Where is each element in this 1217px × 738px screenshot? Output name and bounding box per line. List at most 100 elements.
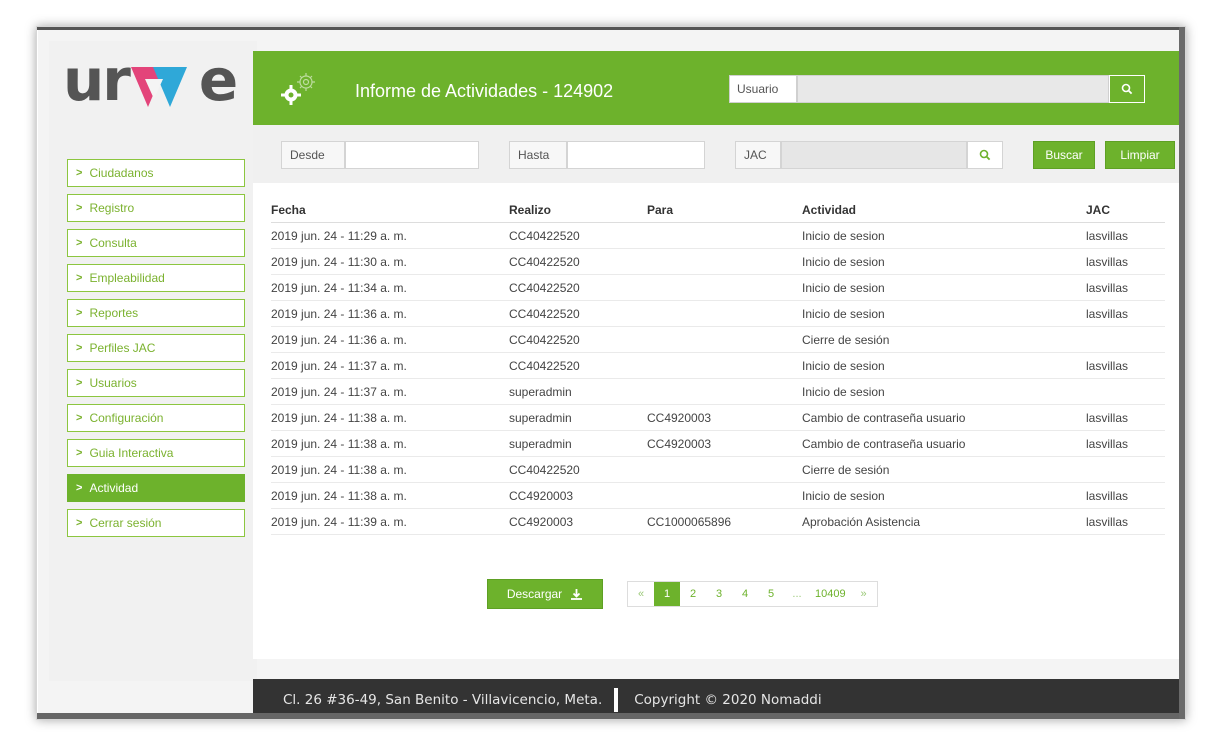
cell-para <box>647 300 802 327</box>
sidebar-item-reportes[interactable]: > Reportes <box>67 299 245 327</box>
cell-jac: lasvillas <box>1086 300 1165 327</box>
pagination-page-4[interactable]: 4 <box>732 582 758 606</box>
chevron-right-icon: > <box>76 237 83 249</box>
cell-realizo: CC40422520 <box>509 456 647 483</box>
jac-search-button[interactable] <box>967 141 1003 169</box>
pagination-ellipsis: ... <box>784 582 810 606</box>
cell-actividad: Cierre de sesión <box>802 326 1086 353</box>
window-bottom-edge <box>37 713 1185 719</box>
cell-realizo: superadmin <box>509 378 647 405</box>
pagination-page-3[interactable]: 3 <box>706 582 732 606</box>
cell-actividad: Inicio de sesion <box>802 378 1086 405</box>
cell-para: CC4920003 <box>647 430 802 457</box>
cell-realizo: CC40422520 <box>509 274 647 301</box>
cell-para <box>647 456 802 483</box>
cell-fecha: 2019 jun. 24 - 11:34 a. m. <box>271 274 509 301</box>
download-button[interactable]: Descargar <box>487 579 603 609</box>
logo-mark-icon <box>130 65 197 109</box>
pagination-page-last[interactable]: 10409 <box>810 582 851 606</box>
column-header-jac: JAC <box>1086 197 1165 223</box>
pagination-page-5[interactable]: 5 <box>758 582 784 606</box>
logo-text-right: e <box>198 46 238 114</box>
footer-address: Cl. 26 #36-49, San Benito - Villavicenci… <box>283 692 603 708</box>
cell-realizo: CC40422520 <box>509 222 647 249</box>
chevron-right-icon: > <box>76 202 83 214</box>
sidebar-item-consulta[interactable]: > Consulta <box>67 229 245 257</box>
cell-actividad: Inicio de sesion <box>802 352 1086 379</box>
jac-label: JAC <box>735 141 781 169</box>
cell-fecha: 2019 jun. 24 - 11:36 a. m. <box>271 326 509 353</box>
column-header-para: Para <box>647 197 802 223</box>
chevron-right-icon: > <box>76 517 83 529</box>
cell-para: CC1000065896 <box>647 508 802 535</box>
gears-icon <box>281 73 315 105</box>
cell-actividad: Cierre de sesión <box>802 456 1086 483</box>
table-row: 2019 jun. 24 - 11:36 a. m. CC40422520 Cier… <box>271 326 1165 353</box>
pagination-page-2[interactable]: 2 <box>680 582 706 606</box>
user-search-button[interactable] <box>1109 75 1145 103</box>
table-row: 2019 jun. 24 - 11:38 a. m. superadmin CC49… <box>271 404 1165 431</box>
sidebar-item-label: Configuración <box>89 411 164 425</box>
chevron-right-icon: > <box>76 307 83 319</box>
sidebar-item-guia-interactiva[interactable]: > Guia Interactiva <box>67 439 245 467</box>
cell-fecha: 2019 jun. 24 - 11:38 a. m. <box>271 456 509 483</box>
table-row: 2019 jun. 24 - 11:37 a. m. CC40422520 Inic… <box>271 352 1165 379</box>
cell-actividad: Aprobación Asistencia <box>802 508 1086 535</box>
cell-actividad: Inicio de sesion <box>802 300 1086 327</box>
cell-jac: lasvillas <box>1086 248 1165 275</box>
cell-actividad: Cambio de contraseña usuario <box>802 430 1086 457</box>
pagination-page-1[interactable]: 1 <box>654 582 680 606</box>
jac-input[interactable] <box>781 141 967 169</box>
table-row: 2019 jun. 24 - 11:30 a. m. CC40422520 Inic… <box>271 248 1165 275</box>
sidebar-item-empleabilidad[interactable]: > Empleabilidad <box>67 264 245 292</box>
column-header-actividad: Actividad <box>802 197 1086 223</box>
sidebar-item-label: Registro <box>89 201 135 215</box>
sidebar-item-actividad[interactable]: > Actividad <box>67 474 245 502</box>
chevron-right-icon: > <box>76 342 83 354</box>
column-header-realizo: Realizo <box>509 197 647 223</box>
cell-fecha: 2019 jun. 24 - 11:37 a. m. <box>271 378 509 405</box>
hasta-date-input[interactable] <box>567 141 705 169</box>
sidebar-item-ciudadanos[interactable]: > Ciudadanos <box>67 159 245 187</box>
cell-jac: lasvillas <box>1086 352 1165 379</box>
sidebar-item-usuarios[interactable]: > Usuarios <box>67 369 245 397</box>
cell-fecha: 2019 jun. 24 - 11:36 a. m. <box>271 300 509 327</box>
desde-date-input[interactable] <box>345 141 479 169</box>
cell-jac: lasvillas <box>1086 404 1165 431</box>
sidebar-item-label: Consulta <box>89 236 137 250</box>
limpiar-button[interactable]: Limpiar <box>1105 141 1175 169</box>
cell-realizo: superadmin <box>509 430 647 457</box>
sidebar: ur e > Ciudadanos > Registro > Consulta > Em… <box>49 41 257 681</box>
cell-realizo: CC40422520 <box>509 352 647 379</box>
footer-divider <box>614 688 619 712</box>
activity-table: Fecha Realizo Para Actividad JAC 2019 ju… <box>271 197 1165 535</box>
logo-text-left: ur <box>63 46 131 114</box>
pagination-prev[interactable]: « <box>628 582 654 606</box>
table-row: 2019 jun. 24 - 11:37 a. m. superadmin Inic… <box>271 378 1165 405</box>
sidebar-item-perfiles-jac[interactable]: > Perfiles JAC <box>67 334 245 362</box>
column-header-fecha: Fecha <box>271 197 509 223</box>
table-row: 2019 jun. 24 - 11:29 a. m. CC40422520 Inic… <box>271 222 1165 249</box>
cell-realizo: superadmin <box>509 404 647 431</box>
cell-fecha: 2019 jun. 24 - 11:29 a. m. <box>271 222 509 249</box>
sidebar-item-label: Usuarios <box>89 376 137 390</box>
page-header: Informe de Actividades - 124902 Usuario <box>253 51 1181 125</box>
sidebar-item-registro[interactable]: > Registro <box>67 194 245 222</box>
user-search-input[interactable] <box>797 75 1109 103</box>
cell-actividad: Inicio de sesion <box>802 248 1086 275</box>
pagination: « 1 2 3 4 5 ... 10409 » <box>627 581 878 607</box>
table-body: 2019 jun. 24 - 11:29 a. m. CC40422520 Inic… <box>271 222 1165 535</box>
sidebar-item-label: Ciudadanos <box>89 166 154 180</box>
cell-para <box>647 222 802 249</box>
pagination-next[interactable]: » <box>850 582 877 606</box>
cell-realizo: CC40422520 <box>509 326 647 353</box>
cell-fecha: 2019 jun. 24 - 11:39 a. m. <box>271 508 509 535</box>
desde-label: Desde <box>281 141 345 169</box>
chevron-right-icon: > <box>76 272 83 284</box>
buscar-button[interactable]: Buscar <box>1033 141 1095 169</box>
sidebar-item-cerrar-sesion[interactable]: > Cerrar sesión <box>67 509 245 537</box>
cell-jac: lasvillas <box>1086 430 1165 457</box>
sidebar-menu: > Ciudadanos > Registro > Consulta > Empleab… <box>67 159 245 544</box>
urve-logo[interactable]: ur e <box>63 46 238 114</box>
sidebar-item-configuracion[interactable]: > Configuración <box>67 404 245 432</box>
